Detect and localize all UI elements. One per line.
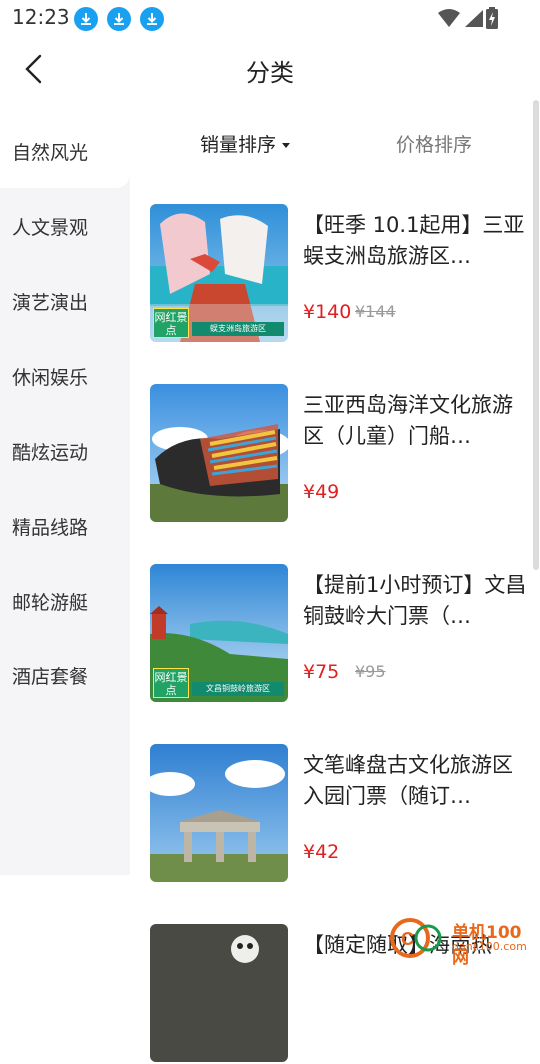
watermark-subtext: danji100.com [452, 940, 527, 953]
sidebar-item-natural-scenery[interactable]: 自然风光 [12, 138, 88, 165]
sort-by-sales[interactable]: 销量排序 [200, 130, 291, 157]
product-thumbnail [150, 384, 288, 522]
sort-by-price[interactable]: 价格排序 [396, 130, 472, 157]
sidebar-item-leisure[interactable]: 休闲娱乐 [12, 363, 88, 390]
status-time: 12:23 [12, 5, 70, 29]
hot-spot-badge: 网红景点 [153, 668, 189, 698]
hot-spot-badge: 网红景点 [153, 308, 189, 338]
product-thumbnail: 网红景点 文昌铜鼓岭旅游区 [150, 564, 288, 702]
sort-by-sales-label: 销量排序 [200, 134, 277, 156]
download-notification-icon [140, 7, 164, 31]
product-name[interactable]: 【旺季 10.1起用】三亚蜈支洲岛旅游区… [303, 210, 528, 272]
product-card[interactable]: 三亚西岛海洋文化旅游区（儿童）门船… ¥49 [150, 384, 530, 524]
sidebar-item-cruises[interactable]: 邮轮游艇 [12, 588, 88, 615]
product-thumbnail [150, 744, 288, 882]
download-notification-icon [74, 7, 98, 31]
battery-icon [486, 7, 498, 29]
page-title: 分类 [246, 59, 294, 87]
product-price: ¥75 [303, 661, 340, 683]
thumbnail-banner: 蜈支洲岛旅游区 [192, 322, 284, 336]
product-name[interactable]: 【提前1小时预订】文昌铜鼓岭大门票（… [303, 570, 528, 632]
product-thumbnail [150, 924, 288, 1062]
scrollbar[interactable] [533, 100, 539, 570]
sidebar-item-routes[interactable]: 精品线路 [12, 513, 88, 540]
product-original-price: ¥144 [355, 302, 396, 321]
download-notification-icon [107, 7, 131, 31]
sidebar-item-performances[interactable]: 演艺演出 [12, 288, 88, 315]
product-card[interactable]: 文笔峰盘古文化旅游区入园门票（随订… ¥42 [150, 744, 530, 884]
site-watermark: C 单机100网 danji100.com [388, 912, 538, 968]
status-bar: 12:23 [0, 0, 540, 38]
sidebar-item-sports[interactable]: 酷炫运动 [12, 438, 88, 465]
svg-text:C: C [401, 929, 414, 949]
watermark-logo-icon: C [390, 918, 442, 958]
product-name[interactable]: 三亚西岛海洋文化旅游区（儿童）门船… [303, 390, 528, 452]
product-price: ¥140 [303, 301, 352, 323]
product-card[interactable]: 网红景点 文昌铜鼓岭旅游区 【提前1小时预订】文昌铜鼓岭大门票（… ¥75 ¥9… [150, 564, 530, 704]
product-price: ¥49 [303, 481, 340, 503]
thumbnail-banner: 文昌铜鼓岭旅游区 [192, 682, 284, 696]
product-card[interactable]: 网红景点 蜈支洲岛旅游区 【旺季 10.1起用】三亚蜈支洲岛旅游区… ¥140 … [150, 204, 530, 344]
sidebar-item-hotel-packages[interactable]: 酒店套餐 [12, 662, 88, 689]
product-thumbnail: 网红景点 蜈支洲岛旅游区 [150, 204, 288, 342]
product-original-price: ¥95 [355, 662, 386, 681]
product-name[interactable]: 文笔峰盘古文化旅游区入园门票（随订… [303, 750, 528, 812]
product-price: ¥42 [303, 841, 340, 863]
caret-down-icon [282, 143, 291, 148]
sidebar-item-cultural-sights[interactable]: 人文景观 [12, 213, 88, 240]
app-header: 分类 [0, 38, 540, 100]
